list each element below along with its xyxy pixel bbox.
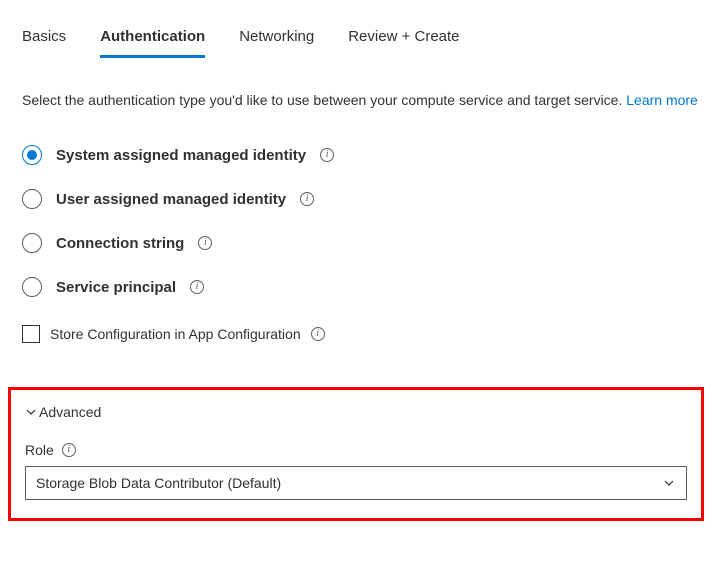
radio-label-service-principal: Service principal: [56, 279, 176, 296]
tab-strip: Basics Authentication Networking Review …: [22, 22, 701, 58]
radio-row-system-identity: System assigned managed identity i: [22, 145, 701, 165]
radio-connection-string[interactable]: [22, 233, 42, 253]
advanced-panel: Advanced Role i Storage Blob Data Contri…: [8, 387, 704, 521]
intro-text: Select the authentication type you'd lik…: [22, 92, 626, 108]
store-config-row: Store Configuration in App Configuration…: [22, 325, 701, 343]
radio-label-user-identity: User assigned managed identity: [56, 191, 286, 208]
tab-basics[interactable]: Basics: [22, 22, 66, 58]
store-config-label: Store Configuration in App Configuration: [50, 326, 301, 342]
radio-row-connection-string: Connection string i: [22, 233, 701, 253]
role-select[interactable]: Storage Blob Data Contributor (Default): [25, 466, 687, 500]
store-config-checkbox[interactable]: [22, 325, 40, 343]
auth-type-radio-group: System assigned managed identity i User …: [22, 145, 701, 297]
info-icon[interactable]: i: [198, 236, 212, 250]
tab-networking[interactable]: Networking: [239, 22, 314, 58]
role-label: Role: [25, 442, 54, 458]
role-select-value: Storage Blob Data Contributor (Default): [36, 475, 281, 491]
role-label-row: Role i: [25, 442, 687, 458]
info-icon[interactable]: i: [62, 443, 76, 457]
chevron-down-icon: [25, 406, 37, 418]
chevron-down-icon: [662, 476, 676, 490]
info-icon[interactable]: i: [300, 192, 314, 206]
info-icon[interactable]: i: [311, 327, 325, 341]
radio-service-principal[interactable]: [22, 277, 42, 297]
radio-label-system-identity: System assigned managed identity: [56, 147, 306, 164]
intro-paragraph: Select the authentication type you'd lik…: [22, 90, 701, 111]
radio-label-connection-string: Connection string: [56, 235, 184, 252]
radio-system-identity[interactable]: [22, 145, 42, 165]
info-icon[interactable]: i: [190, 280, 204, 294]
radio-row-user-identity: User assigned managed identity i: [22, 189, 701, 209]
tab-review-create[interactable]: Review + Create: [348, 22, 459, 58]
info-icon[interactable]: i: [320, 148, 334, 162]
tab-authentication[interactable]: Authentication: [100, 22, 205, 58]
learn-more-link[interactable]: Learn more: [626, 92, 698, 108]
radio-row-service-principal: Service principal i: [22, 277, 701, 297]
radio-user-identity[interactable]: [22, 189, 42, 209]
advanced-toggle[interactable]: Advanced: [25, 404, 687, 420]
advanced-header-label: Advanced: [39, 404, 101, 420]
